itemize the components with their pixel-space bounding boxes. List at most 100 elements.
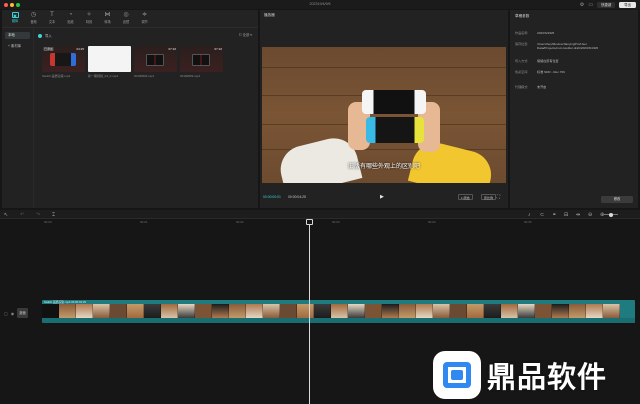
clip-frame — [331, 304, 348, 318]
center-icon[interactable]: ⇹ — [576, 212, 580, 218]
video-track-clip[interactable]: Switch 画质渲染.mp4 00:00:04:25 — [42, 300, 635, 323]
clip-frame — [586, 304, 603, 318]
total-timecode: 00:00:04:25 — [288, 195, 306, 199]
original-button[interactable]: 1:原始 — [458, 194, 473, 200]
shortcuts-button[interactable]: 快捷键 — [597, 1, 616, 8]
visibility-icon[interactable]: ◉ — [11, 311, 15, 316]
tab-media[interactable]: ▣ 媒体 — [6, 12, 24, 23]
undo-icon[interactable]: ↶ — [20, 212, 24, 218]
preview-icon[interactable]: ⊟ — [564, 212, 568, 218]
magnet-icon[interactable]: ⊂ — [540, 212, 544, 218]
media-clip[interactable]: 07:16 20190829.mp4 — [180, 46, 223, 78]
export-button[interactable]: 导出 — [619, 1, 636, 8]
property-value: 标准 SDR - Rec.709 — [537, 70, 565, 74]
view-filter[interactable]: ☷ 全部 ▾ — [239, 32, 252, 39]
tab-label: 贴纸 — [67, 20, 74, 24]
clip-frame — [433, 304, 450, 318]
media-clip[interactable]: 新一期视频_04_0.mp4 — [88, 46, 131, 78]
media-panel: ▣ 媒体 ◷ 音频 T 文本 ◔ 贴纸 ✧ 特效 ⋈ 转场 ◎ 滤镜 ≑ 调节 本地 + 素材库 导入 ☷ 全… — [2, 10, 258, 208]
side-nav-local[interactable]: 本地 — [5, 32, 30, 39]
clip-frame — [365, 304, 382, 318]
clip-name: 新一期视频_04_0.mp4 — [88, 73, 119, 78]
title-bar-actions: ⚙ ▭ 快捷键 导出 — [580, 1, 636, 8]
tab-effects[interactable]: ✧ 特效 — [80, 12, 98, 24]
tab-audio[interactable]: ◷ 音频 — [25, 12, 43, 24]
clip-frame — [59, 304, 76, 318]
clip-duration: 07:16 — [214, 47, 222, 51]
tab-filter[interactable]: ◎ 滤镜 — [117, 12, 135, 24]
property-key: 保存位置: — [515, 42, 529, 46]
edit-button[interactable]: 修改 — [601, 196, 633, 203]
clip-frame — [450, 304, 467, 318]
clip-thumbnail: 07:16 — [180, 46, 223, 72]
clip-frame — [603, 304, 620, 318]
tab-transition[interactable]: ⋈ 转场 — [99, 12, 117, 24]
video-preview[interactable]: 旧版有哪些外观上的区别吧 — [262, 47, 506, 183]
added-badge: 已添加 — [43, 47, 55, 51]
tab-text[interactable]: T 文本 — [43, 12, 61, 24]
split-icon[interactable]: ⌶ — [52, 212, 55, 218]
playhead[interactable] — [309, 219, 310, 404]
player-title: 播放器 — [264, 13, 275, 17]
play-icon[interactable]: ▶ — [380, 194, 384, 200]
watermark: 鼎品软件 — [433, 351, 607, 399]
window-title: 202319/4/9/6 — [309, 2, 331, 6]
zoom-out-icon[interactable]: ⊖ — [588, 212, 592, 218]
watermark-text: 鼎品软件 — [487, 362, 608, 394]
clip-frame — [501, 304, 518, 318]
media-clip[interactable]: 07:16 20190829.mp4 — [134, 46, 177, 78]
clip-frame — [416, 304, 433, 318]
tab-sticker[interactable]: ◔ 贴纸 — [62, 12, 80, 24]
audio-waveform — [42, 318, 635, 323]
media-tabs: ▣ 媒体 ◷ 音频 T 文本 ◔ 贴纸 ✧ 特效 ⋈ 转场 ◎ 滤镜 ≑ 调节 — [2, 10, 258, 28]
property-key: 代理模式: — [515, 85, 529, 89]
zoom-in-icon[interactable]: ⊕ — [600, 212, 604, 218]
sticker-icon: ◔ — [68, 12, 73, 18]
clip-frame — [535, 304, 552, 318]
properties-title: 草稿参数 — [515, 14, 530, 18]
settings-icon[interactable]: ⚙ — [580, 2, 584, 8]
property-value: 保留在原有位置 — [537, 59, 559, 63]
tab-label: 转场 — [104, 20, 111, 24]
property-row: 保存位置: /Users/hey/Movies/JianyingPro/User … — [515, 42, 635, 50]
layout-icon[interactable]: ▭ — [588, 2, 593, 8]
media-clip[interactable]: 已添加 04:25 Switch 画质渲染.mp4 — [42, 46, 85, 78]
mic-icon[interactable]: ♪ — [528, 212, 531, 218]
clip-frame — [178, 304, 195, 318]
zoom-slider-handle[interactable] — [609, 212, 613, 217]
watermark-logo — [433, 351, 481, 399]
ruler-label: 00:05 — [524, 220, 532, 224]
import-icon — [38, 33, 42, 38]
adjust-icon: ≑ — [141, 12, 148, 18]
clip-frame — [518, 304, 535, 318]
fullscreen-icon[interactable]: ⛶ — [497, 194, 500, 199]
video-subtitle: 旧版有哪些外观上的区别吧 — [347, 164, 420, 170]
timeline-ruler[interactable]: 00:00 00:01 00:02 00:03 00:04 00:05 — [42, 220, 640, 226]
playhead-handle[interactable] — [306, 219, 313, 225]
import-bar[interactable]: 导入 — [38, 32, 52, 39]
clip-duration: 04:25 — [76, 47, 84, 51]
redo-icon[interactable]: ↷ — [36, 212, 40, 218]
clip-name: 20190829.mp4 — [180, 73, 201, 78]
tab-label: 文本 — [48, 20, 56, 24]
select-icon[interactable]: ↖ — [4, 212, 8, 218]
link-icon[interactable]: ⚭ — [552, 212, 556, 218]
property-value: /Users/hey/Movies/JianyingPro/User Data/… — [537, 42, 599, 51]
lock-icon[interactable]: ▢ — [4, 311, 8, 316]
clip-frame — [229, 304, 246, 318]
clip-frame — [110, 304, 127, 318]
side-nav-library[interactable]: + 素材库 — [5, 43, 30, 50]
ratio-button[interactable]: 原比例 — [481, 194, 497, 200]
clip-frame — [76, 304, 93, 318]
text-icon: T — [50, 12, 54, 18]
clip-frame — [127, 304, 144, 318]
clip-frame — [144, 304, 161, 318]
clip-frame — [314, 304, 331, 318]
clip-frame — [42, 304, 59, 318]
property-row: 导入方式: 保留在原有位置 — [515, 59, 635, 63]
tab-adjust[interactable]: ≑ 调节 — [136, 12, 154, 24]
clip-frame — [484, 304, 501, 318]
ruler-label: 00:03 — [332, 220, 340, 224]
clip-frame — [195, 304, 212, 318]
cover-button[interactable]: 封面 — [17, 308, 28, 318]
